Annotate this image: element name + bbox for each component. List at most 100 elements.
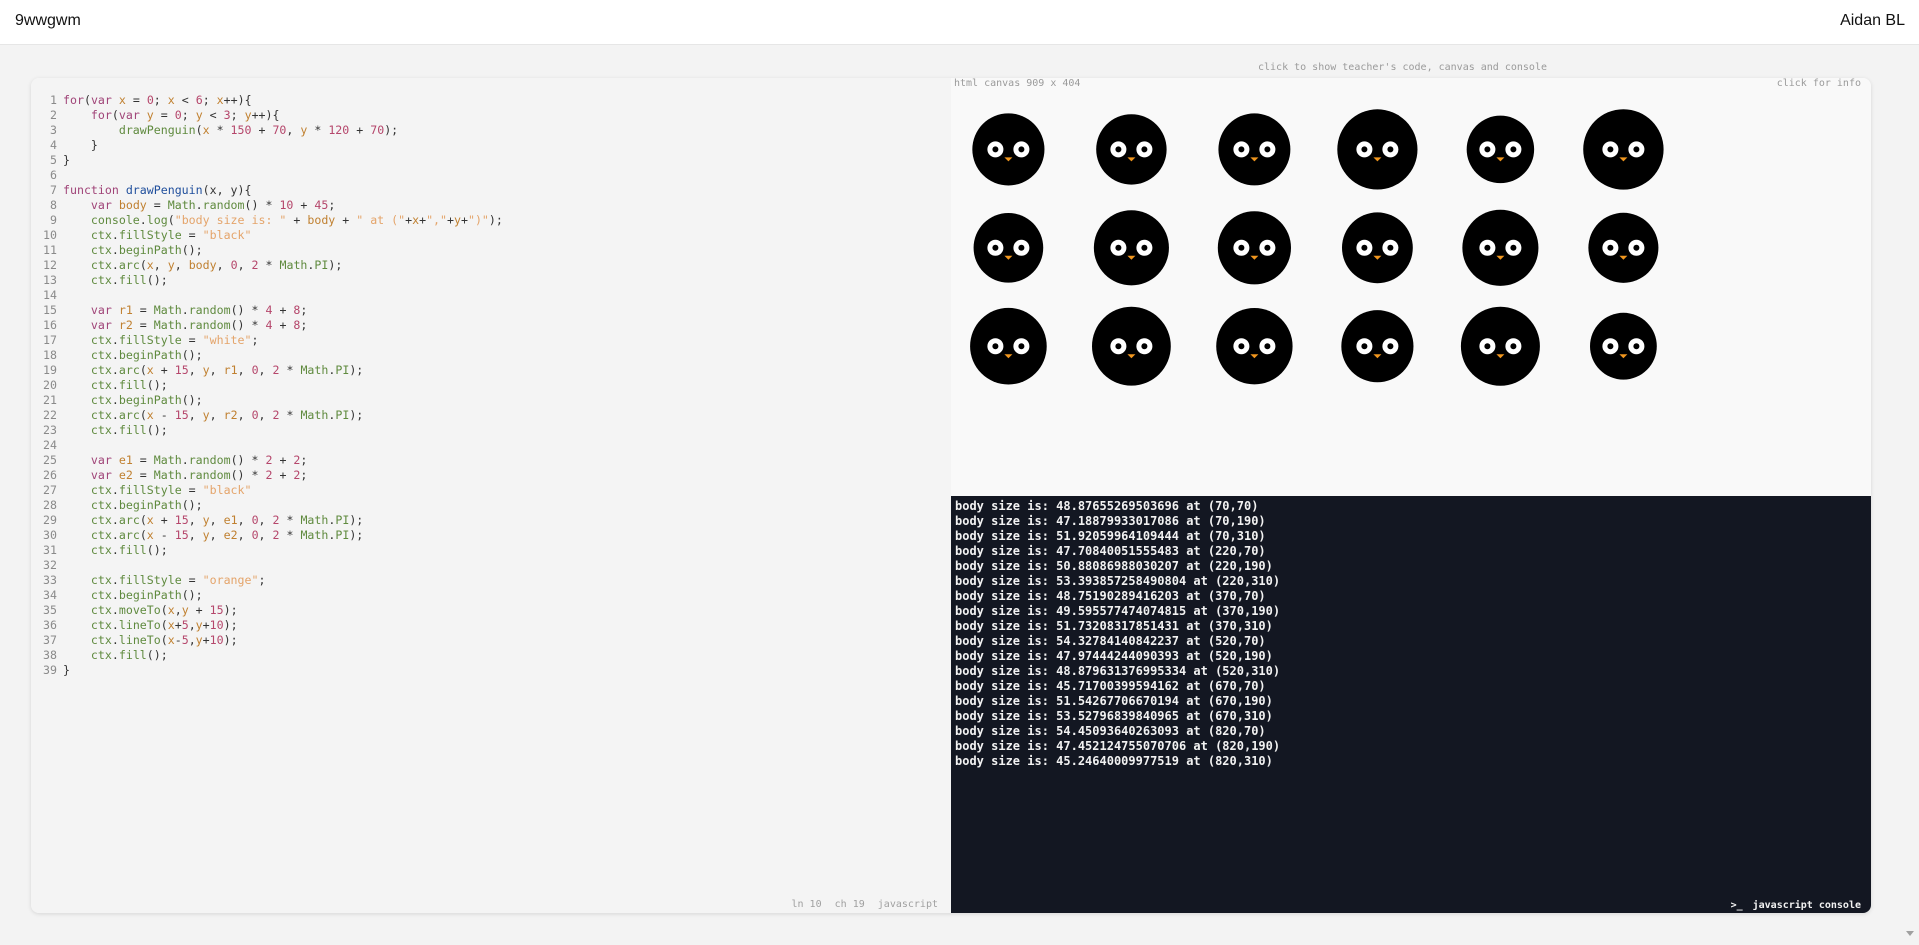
code-line[interactable]: 14: [41, 288, 503, 303]
code-line[interactable]: 23 ctx.fill();: [41, 423, 503, 438]
code-line[interactable]: 36 ctx.lineTo(x+5,y+10);: [41, 618, 503, 633]
code-line[interactable]: 12 ctx.arc(x, y, body, 0, 2 * Math.PI);: [41, 258, 503, 273]
line-number: 30: [43, 528, 57, 542]
penguin-pupil: [1361, 244, 1368, 251]
code-line[interactable]: 13 ctx.fill();: [41, 273, 503, 288]
canvas-info-link[interactable]: click for info: [1777, 78, 1861, 89]
code-token: 10: [209, 633, 224, 647]
code-line[interactable]: 33 ctx.fillStyle = "orange";: [41, 573, 503, 588]
code-line[interactable]: 15 var r1 = Math.random() * 4 + 8;: [41, 303, 503, 318]
code-token: (: [167, 213, 175, 227]
penguin-pupil: [1484, 343, 1491, 350]
code-token: x: [167, 633, 175, 647]
teacher-code-toggle[interactable]: click to show teacher's code, canvas and…: [0, 62, 1919, 73]
code-line[interactable]: 1 for(var x = 0; x < 6; x++){: [41, 93, 503, 108]
line-number: 26: [43, 468, 57, 482]
code-token: ctx: [90, 633, 112, 647]
code-editor[interactable]: 1 for(var x = 0; x < 6; x++){2 for(var y …: [31, 78, 950, 913]
line-number: 11: [43, 243, 57, 257]
code-line[interactable]: 8 var body = Math.random() * 10 + 45;: [41, 198, 503, 213]
code-line[interactable]: 30 ctx.arc(x - 15, y, e2, 0, 2 * Math.PI…: [41, 528, 503, 543]
code-token: +: [153, 363, 175, 377]
line-number: 2: [50, 108, 57, 122]
code-line[interactable]: 18 ctx.beginPath();: [41, 348, 503, 363]
code-token: .: [195, 198, 203, 212]
app-title[interactable]: 9wwgwm: [15, 12, 81, 30]
code-line[interactable]: 11 ctx.beginPath();: [41, 243, 503, 258]
console-line: body size is: 49.595577474074815 at (370…: [955, 604, 1281, 618]
line-number: 31: [43, 543, 57, 557]
code-line[interactable]: 34 ctx.beginPath();: [41, 588, 503, 603]
code-line[interactable]: 7 function drawPenguin(x, y){: [41, 183, 503, 198]
code-line[interactable]: 35 ctx.moveTo(x,y + 15);: [41, 603, 503, 618]
line-number: 38: [43, 648, 57, 662]
code-token: =: [181, 333, 203, 347]
code-line[interactable]: 25 var e1 = Math.random() * 2 + 2;: [41, 453, 503, 468]
code-line[interactable]: 22 ctx.arc(x - 15, y, r2, 0, 2 * Math.PI…: [41, 408, 503, 423]
code-line[interactable]: 28 ctx.beginPath();: [41, 498, 503, 513]
penguin-pupil: [1387, 146, 1394, 153]
code-token: +: [272, 453, 294, 467]
penguin-pupil: [1633, 146, 1640, 153]
code-line[interactable]: 38 ctx.fill();: [41, 648, 503, 663]
canvas-size-label: html canvas 909 x 404: [954, 78, 1081, 89]
code-line[interactable]: 10 ctx.fillStyle = "black": [41, 228, 503, 243]
penguin-body: [1341, 212, 1413, 284]
code-token: Math: [153, 318, 182, 332]
code-line[interactable]: 19 ctx.arc(x + 15, y, r1, 0, 2 * Math.PI…: [41, 363, 503, 378]
code-token: var: [90, 318, 112, 332]
code-line[interactable]: 17 ctx.fillStyle = "white";: [41, 333, 503, 348]
code-line[interactable]: 24: [41, 438, 503, 453]
code-line[interactable]: 32: [41, 558, 503, 573]
code-line[interactable]: 37 ctx.lineTo(x-5,y+10);: [41, 633, 503, 648]
html-canvas[interactable]: [951, 92, 1871, 496]
code-token: fillStyle: [118, 333, 182, 347]
code-token: );: [223, 618, 238, 632]
code-token: " at (": [356, 213, 406, 227]
code-line[interactable]: 6: [41, 168, 503, 183]
code-line[interactable]: 27 ctx.fillStyle = "black": [41, 483, 503, 498]
line-number: 13: [43, 273, 57, 287]
code-token: +: [202, 618, 210, 632]
canvas-panel: html canvas 909 x 404 click for info: [951, 78, 1871, 496]
code-line[interactable]: 5}: [41, 153, 503, 168]
code-token: 15: [209, 603, 224, 617]
code-token: ctx: [90, 393, 112, 407]
code-line[interactable]: 21 ctx.beginPath();: [41, 393, 503, 408]
code-text[interactable]: 1 for(var x = 0; x < 6; x++){2 for(var y …: [41, 93, 503, 678]
code-line[interactable]: 2 for(var y = 0; y < 3; y++){: [41, 108, 503, 123]
console-line: body size is: 54.32784140842237 at (520,…: [955, 634, 1266, 648]
code-token: fill: [118, 423, 147, 437]
code-line[interactable]: 3 drawPenguin(x * 150 + 70, y * 120 + 70…: [41, 123, 503, 138]
code-token: Math: [279, 258, 308, 272]
console-line: body size is: 50.88086988030207 at (220,…: [955, 559, 1273, 573]
code-line[interactable]: 4 }: [41, 138, 503, 153]
code-token: ;: [153, 93, 168, 107]
code-token: 2: [272, 528, 280, 542]
code-line[interactable]: 39}: [41, 663, 503, 678]
code-token: +: [447, 213, 454, 227]
code-token: PI: [314, 258, 329, 272]
code-token: for: [90, 108, 112, 122]
code-token: 0: [146, 93, 154, 107]
code-line[interactable]: 26 var e2 = Math.random() * 2 + 2;: [41, 468, 503, 483]
code-token: PI: [335, 363, 350, 377]
code-token: ,: [153, 258, 168, 272]
code-token: ,: [188, 408, 203, 422]
code-line[interactable]: 16 var r2 = Math.random() * 4 + 8;: [41, 318, 503, 333]
scroll-down-icon[interactable]: [1906, 931, 1914, 936]
penguin-pupil: [1484, 244, 1491, 251]
code-line[interactable]: 20 ctx.fill();: [41, 378, 503, 393]
code-line[interactable]: 29 ctx.arc(x + 15, y, e1, 0, 2 * Math.PI…: [41, 513, 503, 528]
code-token: (: [83, 93, 91, 107]
code-token: +: [174, 618, 182, 632]
penguin-body: [1466, 115, 1535, 184]
user-name[interactable]: Aidan BL: [1840, 12, 1905, 30]
code-line[interactable]: 9 console.log("body size is: " + body + …: [41, 213, 503, 228]
code-token: x: [146, 528, 154, 542]
code-line[interactable]: 31 ctx.fill();: [41, 543, 503, 558]
